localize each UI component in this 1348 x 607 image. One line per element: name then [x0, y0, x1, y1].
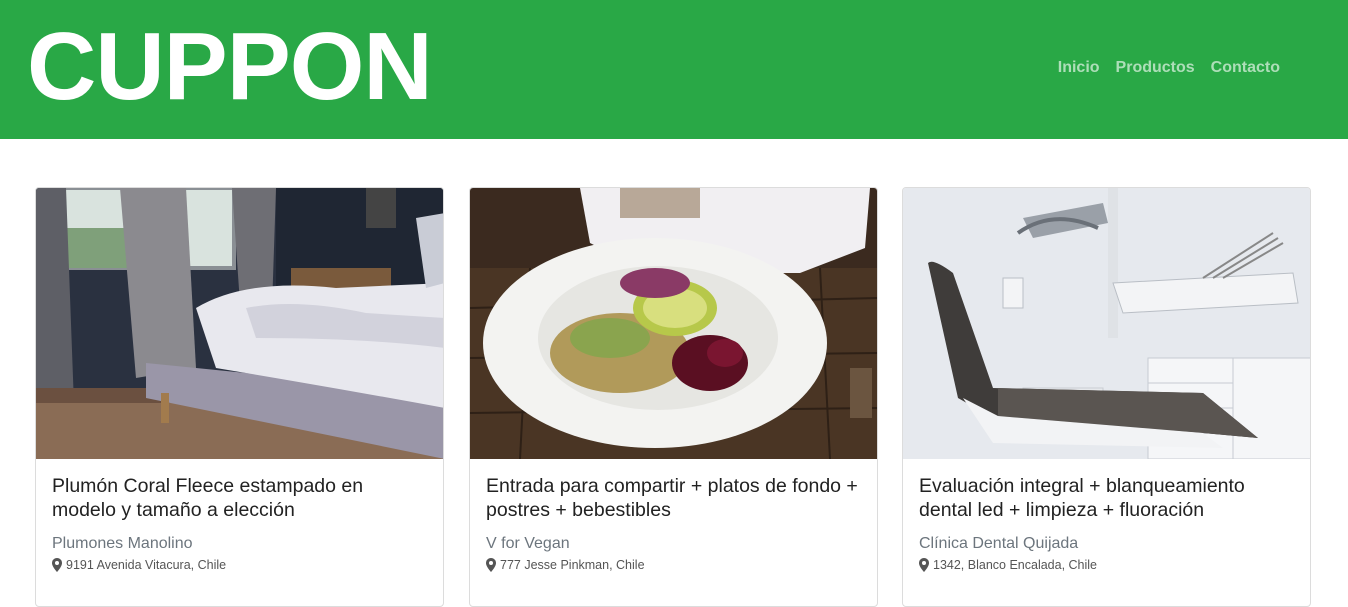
card-title[interactable]: Entrada para compartir + platos de fondo… — [486, 474, 863, 522]
card-seller: V for Vegan — [486, 535, 570, 552]
card-seller: Plumones Manolino — [52, 535, 193, 552]
map-marker-icon — [486, 558, 496, 572]
vegan-salad-bowl-photo[interactable] — [470, 188, 877, 459]
dental-chair-photo[interactable] — [903, 188, 1310, 459]
product-card[interactable]: Evaluación integral + blanqueamiento den… — [902, 187, 1311, 607]
card-title[interactable]: Evaluación integral + blanqueamiento den… — [919, 474, 1296, 522]
card-title[interactable]: Plumón Coral Fleece estampado en modelo … — [52, 474, 429, 522]
card-location-text: 9191 Avenida Vitacura, Chile — [66, 558, 227, 572]
nav-link-inicio[interactable]: Inicio — [1058, 58, 1100, 78]
card-location-text: 1342, Blanco Encalada, Chile — [933, 558, 1098, 572]
card-seller: Clínica Dental Quijada — [919, 535, 1079, 552]
product-card[interactable]: Entrada para compartir + platos de fondo… — [469, 187, 878, 607]
card-location: 1342, Blanco Encalada, Chile — [919, 557, 1097, 573]
card-location: 9191 Avenida Vitacura, Chile — [52, 557, 226, 573]
nav-link-productos[interactable]: Productos — [1116, 58, 1195, 78]
card-location-text: 777 Jesse Pinkman, Chile — [500, 558, 645, 572]
bedroom-bed-photo[interactable] — [36, 188, 443, 459]
nav-link-contacto[interactable]: Contacto — [1211, 58, 1280, 78]
map-marker-icon — [919, 558, 929, 572]
main-nav: Inicio Productos Contacto — [1058, 58, 1280, 78]
card-location: 777 Jesse Pinkman, Chile — [486, 557, 645, 573]
site-header: CUPPON Inicio Productos Contacto — [0, 0, 1348, 139]
site-logo[interactable]: CUPPON — [27, 14, 433, 120]
product-card[interactable]: Plumón Coral Fleece estampado en modelo … — [35, 187, 444, 607]
map-marker-icon — [52, 558, 62, 572]
